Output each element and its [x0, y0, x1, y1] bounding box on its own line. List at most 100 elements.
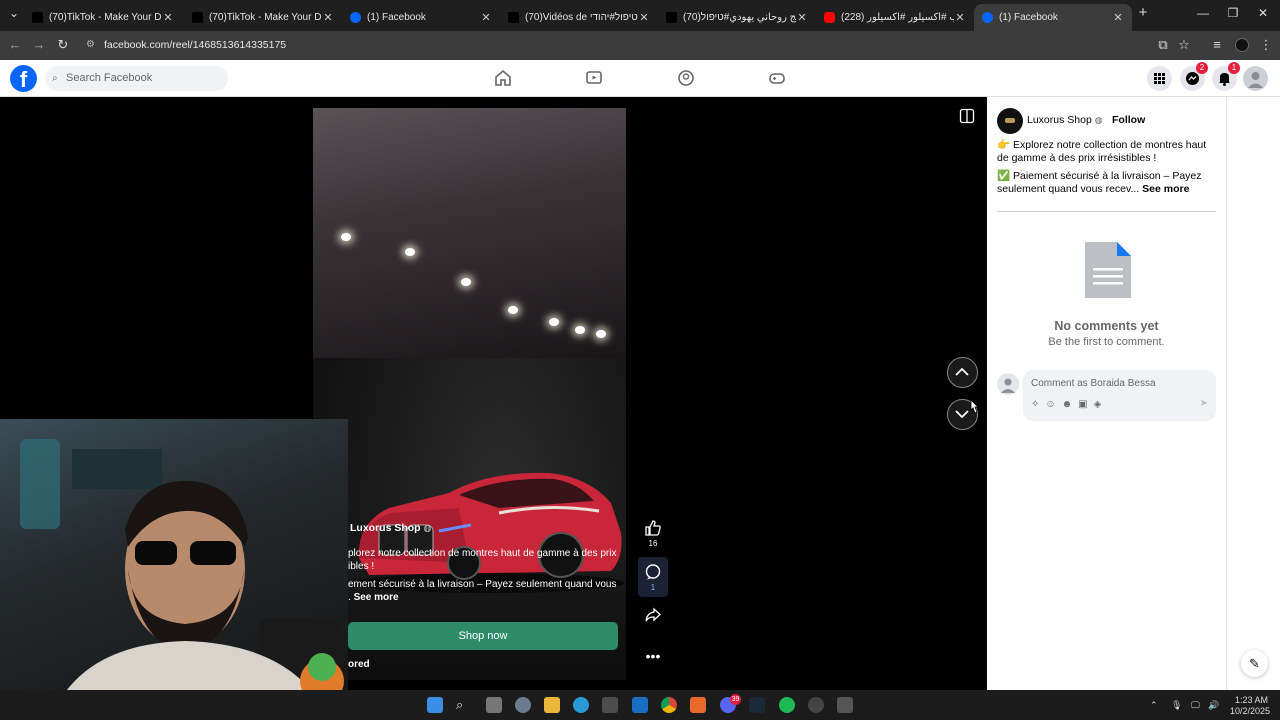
menu-grid-icon[interactable]: [1147, 66, 1172, 91]
store-icon[interactable]: [602, 697, 618, 713]
settings-gear-icon[interactable]: [515, 697, 531, 713]
new-message-icon[interactable]: ✎: [1241, 650, 1268, 677]
shop-now-button[interactable]: Shop now: [348, 622, 618, 650]
steam-icon[interactable]: [749, 697, 765, 713]
right-gutter: ✎: [1226, 97, 1280, 690]
tiktok-icon: [508, 12, 519, 23]
reel-caption-line: ement sécurisé à la livraison – Payez se…: [348, 579, 617, 590]
comment-button[interactable]: 1: [638, 557, 668, 597]
send-icon[interactable]: ➤: [1200, 398, 1208, 409]
tab-search-icon[interactable]: ⌄: [4, 6, 24, 20]
user-avatar[interactable]: [997, 373, 1019, 395]
profile-avatar[interactable]: [1235, 38, 1249, 52]
tray-chevron-icon[interactable]: ⌃: [1150, 700, 1158, 711]
share-icon: [645, 607, 661, 622]
browser-tab[interactable]: (228) المغرب #اكسيلور #اكسيلور ✕: [816, 4, 974, 31]
gif-icon[interactable]: ▣: [1078, 399, 1093, 410]
comment-input[interactable]: Comment as Boraida Bessa ✧☺☻▣◈ ➤: [1023, 370, 1216, 421]
browser-tab[interactable]: (70)TikTok - Make Your Day ✕: [184, 4, 342, 31]
close-icon[interactable]: ✕: [480, 11, 492, 24]
network-icon[interactable]: 🖵: [1191, 700, 1200, 711]
search-input[interactable]: ⌕ Search Facebook: [45, 66, 228, 91]
avatar-sticker-icon[interactable]: ✧: [1031, 399, 1045, 410]
chrome-icon[interactable]: [661, 697, 677, 713]
like-button[interactable]: 16: [638, 519, 668, 548]
like-count: 16: [648, 539, 658, 548]
panel-page-name[interactable]: Luxorus Shop ◍: [1027, 114, 1103, 126]
reel-caption-line: ibles !: [348, 561, 375, 572]
clock[interactable]: 1:23 AM 10/2/2025: [1230, 695, 1270, 717]
microphone-icon[interactable]: 🎙: [1171, 700, 1182, 711]
minimize-icon[interactable]: —: [1193, 6, 1213, 20]
close-icon[interactable]: ✕: [954, 11, 966, 24]
tunnel-light: [461, 278, 471, 286]
facebook-icon: [982, 12, 993, 23]
video-icon[interactable]: [585, 69, 603, 87]
app-window-icon[interactable]: [837, 697, 853, 713]
sticker-icon[interactable]: ◈: [1094, 399, 1108, 410]
url-field[interactable]: ⚙ facebook.com/reel/1468513614335175: [80, 35, 1200, 55]
discord-badge: 39: [730, 694, 741, 705]
outlook-icon[interactable]: [632, 697, 648, 713]
tunnel-light: [341, 233, 351, 241]
close-window-icon[interactable]: ✕: [1253, 6, 1273, 20]
close-icon[interactable]: ✕: [162, 11, 174, 24]
task-view-icon[interactable]: [486, 697, 502, 713]
browser-tab-active[interactable]: (1) Facebook ✕: [974, 4, 1132, 31]
smiley-icon[interactable]: ☻: [1062, 399, 1079, 410]
install-app-icon[interactable]: ⧉: [1154, 36, 1172, 54]
spotify-icon[interactable]: [779, 697, 795, 713]
browser-tab[interactable]: (70)TikTok - Make Your Day ✕: [24, 4, 182, 31]
facebook-logo[interactable]: f: [10, 65, 37, 92]
app-icon[interactable]: [690, 697, 706, 713]
home-icon[interactable]: [494, 69, 512, 87]
tiktok-icon: [666, 12, 677, 23]
browser-tab[interactable]: معالج روحاني يهودي#טיפול(70) ✕: [658, 4, 816, 31]
gaming-icon[interactable]: [768, 69, 786, 87]
close-icon[interactable]: ✕: [1112, 11, 1124, 24]
previous-reel-button[interactable]: [947, 357, 978, 388]
globe-icon: ◍: [423, 523, 432, 533]
thumbs-up-icon: [645, 520, 661, 536]
reel-page-name[interactable]: Luxorus Shop ◍: [350, 522, 431, 534]
follow-button[interactable]: Follow: [1112, 114, 1145, 126]
close-icon[interactable]: ✕: [796, 11, 808, 24]
groups-icon[interactable]: [677, 69, 695, 87]
close-icon[interactable]: ✕: [638, 11, 650, 24]
volume-icon[interactable]: 🔊: [1208, 700, 1219, 711]
close-icon[interactable]: ✕: [322, 11, 334, 24]
reel-see-more-link[interactable]: See more: [354, 592, 399, 603]
chevron-up-icon: [955, 367, 969, 376]
more-options-icon[interactable]: •••: [638, 648, 668, 664]
tab-title: (70)Vidéos de יהודי#טיפול#יהודי: [525, 12, 638, 23]
site-info-icon[interactable]: ⚙: [86, 35, 95, 55]
bookmark-star-icon[interactable]: ☆: [1175, 36, 1193, 54]
menu-icon[interactable]: ⋮: [1257, 36, 1275, 54]
account-avatar[interactable]: [1243, 66, 1268, 91]
edge-icon[interactable]: [573, 697, 589, 713]
browser-tab[interactable]: (70)Vidéos de יהודי#טיפול#יהודי ✕: [500, 4, 658, 31]
mouse-cursor-icon: [970, 399, 979, 414]
expand-panel-icon[interactable]: [959, 108, 975, 124]
media-controls-icon[interactable]: ≡: [1208, 36, 1226, 54]
sponsored-label: ored: [348, 659, 370, 670]
search-icon[interactable]: ⌕: [456, 697, 472, 713]
share-button[interactable]: [638, 606, 668, 626]
obs-icon[interactable]: [808, 697, 824, 713]
reload-icon[interactable]: ↻: [54, 36, 72, 54]
webcam-person-image: [20, 439, 344, 720]
tiktok-icon: [32, 12, 43, 23]
emoji-face-icon[interactable]: ☺: [1045, 399, 1061, 410]
forward-icon[interactable]: →: [30, 36, 48, 54]
start-icon[interactable]: [427, 697, 443, 713]
comment-tools: ✧☺☻▣◈: [1031, 399, 1107, 410]
back-icon[interactable]: ←: [6, 36, 24, 54]
new-tab-button[interactable]: +: [1133, 4, 1153, 21]
panel-description-2: ✅ Paiement sécurisé à la livraison – Pay…: [997, 170, 1219, 196]
comment-count: 1: [650, 583, 656, 592]
restore-icon[interactable]: ❐: [1223, 6, 1243, 20]
panel-see-more-link[interactable]: See more: [1142, 183, 1189, 195]
browser-tab[interactable]: (1) Facebook ✕: [342, 4, 500, 31]
file-explorer-icon[interactable]: [544, 697, 560, 713]
page-avatar[interactable]: [997, 108, 1023, 134]
